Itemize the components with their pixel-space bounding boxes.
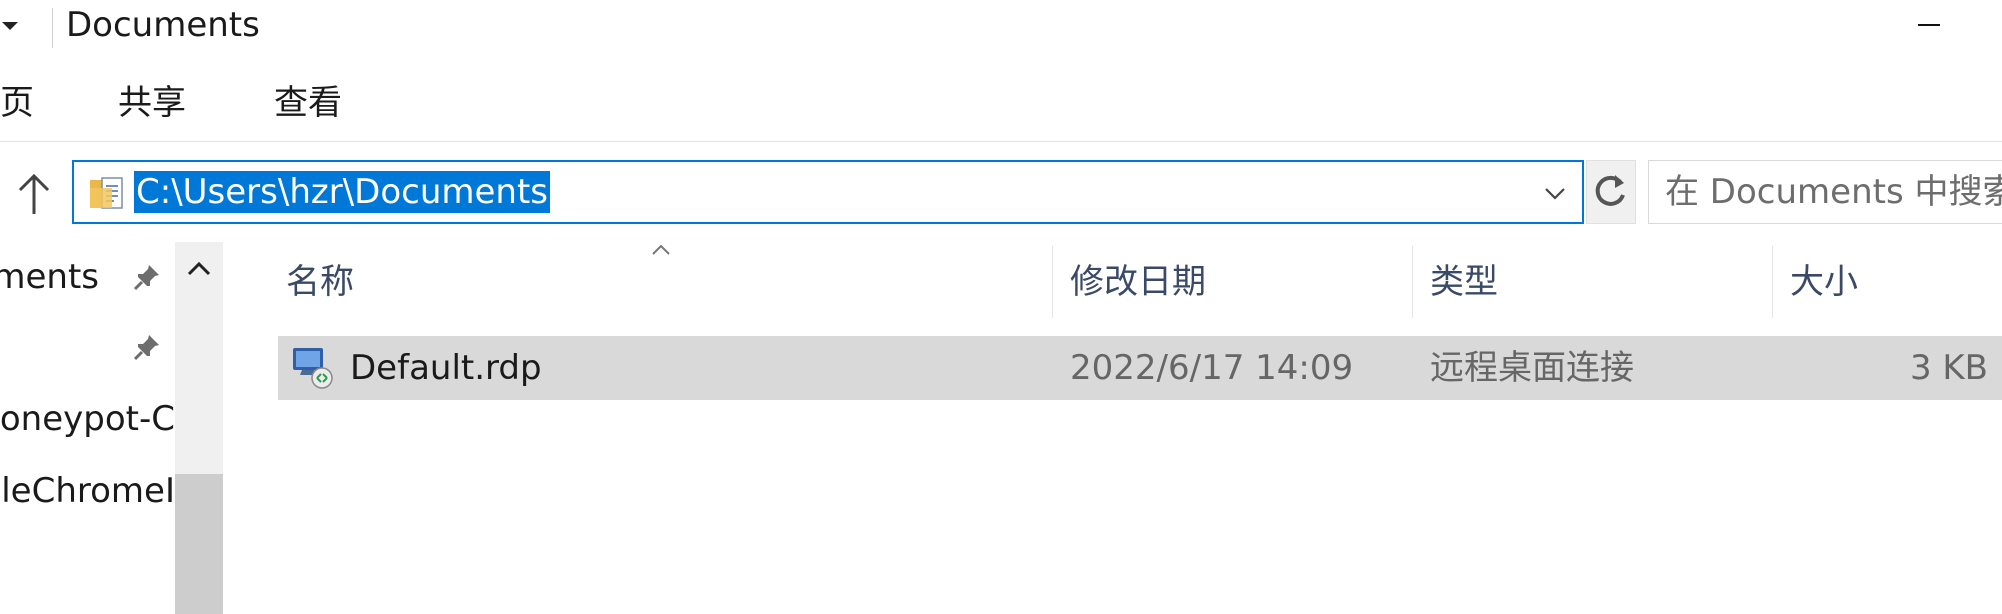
tab-share[interactable]: 共享 <box>118 78 186 128</box>
search-input[interactable]: 在 Documents 中搜索 <box>1648 160 2002 224</box>
column-divider[interactable] <box>1052 246 1053 318</box>
pin-icon[interactable] <box>132 332 162 362</box>
column-header-modified[interactable]: 修改日期 <box>1070 252 1206 312</box>
documents-folder-icon <box>88 174 128 212</box>
window-title: Documents <box>66 5 260 45</box>
chevron-down-icon[interactable] <box>1540 180 1570 208</box>
nav-item-label: oneypot-C <box>0 399 175 439</box>
minimize-button[interactable] <box>1880 0 1970 50</box>
up-arrow-icon[interactable] <box>12 168 56 220</box>
address-bar[interactable]: C:\Users\hzr\Documents <box>72 160 1584 224</box>
file-type: 远程桌面连接 <box>1430 348 1634 388</box>
nav-scrollbar[interactable] <box>175 242 223 614</box>
file-size: 3 KB <box>1909 348 1988 388</box>
scrollbar-thumb[interactable] <box>175 474 223 614</box>
remote-desktop-icon <box>290 344 336 390</box>
pin-icon[interactable] <box>132 262 162 292</box>
title-separator <box>52 8 53 48</box>
column-divider[interactable] <box>1772 246 1773 318</box>
chevron-up-icon[interactable] <box>175 250 223 286</box>
nav-item-honeypot[interactable]: oneypot-C <box>0 394 175 444</box>
ribbon-tabs: 页 共享 查看 <box>0 52 2002 142</box>
refresh-button[interactable] <box>1586 160 1636 224</box>
column-divider[interactable] <box>1412 246 1413 318</box>
quick-access-dropdown-icon[interactable] <box>0 18 20 34</box>
nav-item-label: leChromeI <box>1 471 175 511</box>
navigation-pane: ments oneypot-C leChromeI <box>0 242 226 614</box>
nav-item-chrome[interactable]: leChromeI <box>0 466 175 516</box>
address-path[interactable]: C:\Users\hzr\Documents <box>134 171 551 213</box>
column-header-name[interactable]: 名称 <box>286 252 354 312</box>
title-bar: Documents <box>0 0 2002 52</box>
nav-item-pinned[interactable] <box>0 322 175 372</box>
column-header-size[interactable]: 大小 <box>1790 252 1858 312</box>
file-row-default-rdp[interactable]: Default.rdp 2022/6/17 14:09 远程桌面连接 3 KB <box>278 336 2002 400</box>
tab-home[interactable]: 页 <box>0 78 34 128</box>
sort-ascending-icon <box>650 242 672 256</box>
tab-view[interactable]: 查看 <box>274 78 342 128</box>
nav-item-label: ments <box>0 257 99 297</box>
nav-item-documents[interactable]: ments <box>0 252 175 302</box>
search-placeholder: 在 Documents 中搜索 <box>1665 172 2002 212</box>
refresh-icon <box>1595 175 1625 206</box>
column-header-type[interactable]: 类型 <box>1430 252 1498 312</box>
file-name: Default.rdp <box>350 348 542 388</box>
file-modified-date: 2022/6/17 14:09 <box>1070 348 1354 388</box>
